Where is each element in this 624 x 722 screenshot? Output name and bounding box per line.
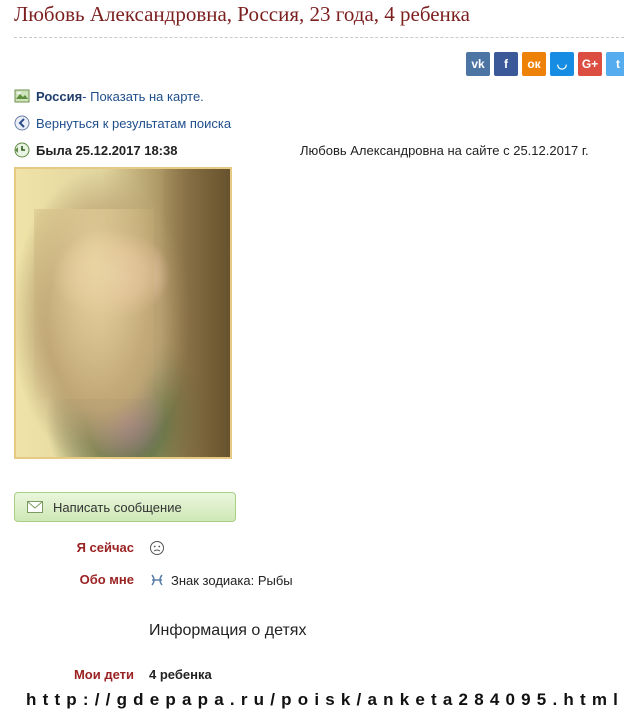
last-seen-row: Была 25.12.2017 18:38 <box>14 142 177 158</box>
show-on-map-link[interactable]: - Показать на карте. <box>82 89 204 104</box>
googleplus-share-button[interactable]: G+ <box>578 52 602 76</box>
profile-photo[interactable] <box>14 167 232 459</box>
now-label: Я сейчас <box>76 540 134 555</box>
kids-label: Мои дети <box>73 667 134 682</box>
twitter-share-button[interactable]: t <box>606 52 624 76</box>
send-message-button[interactable]: Написать сообщение <box>14 492 236 522</box>
map-icon <box>14 88 30 104</box>
back-arrow-icon[interactable] <box>14 115 30 131</box>
photo-hair-shape <box>34 209 154 399</box>
now-value <box>149 540 171 556</box>
location-row: Россия - Показать на карте. <box>14 88 204 104</box>
kids-value: 4 ребенка <box>149 667 212 682</box>
member-since-text: Любовь Александровна на сайте с 25.12.20… <box>300 143 589 158</box>
kids-section-heading: Информация о детях <box>149 622 307 639</box>
back-row: Вернуться к результатам поиска <box>14 115 231 131</box>
location-country[interactable]: Россия <box>36 89 82 104</box>
moimir-share-button[interactable]: ◡ <box>550 52 574 76</box>
page-title: Любовь Александровна, Россия, 23 года, 4… <box>14 2 471 26</box>
clock-icon <box>14 142 30 158</box>
social-share-bar: vk f ок ◡ G+ t <box>466 52 624 76</box>
envelope-icon <box>27 499 43 515</box>
photo-curtain-shape <box>160 169 230 457</box>
watermark-url: http://gdepapa.ru/poisk/anketa284095.htm… <box>26 690 624 709</box>
vk-share-button[interactable]: vk <box>466 52 490 76</box>
about-label: Обо мне <box>79 572 134 587</box>
about-value-row: Знак зодиака: Рыбы <box>149 572 293 588</box>
pisces-icon <box>149 572 165 588</box>
about-value: Знак зодиака: Рыбы <box>171 572 293 588</box>
last-seen-text: Была 25.12.2017 18:38 <box>36 142 178 158</box>
mood-face-icon <box>149 540 165 556</box>
facebook-share-button[interactable]: f <box>494 52 518 76</box>
odnoklassniki-share-button[interactable]: ок <box>522 52 546 76</box>
title-divider <box>14 37 624 38</box>
send-message-label: Написать сообщение <box>53 499 182 515</box>
back-to-results-link[interactable]: Вернуться к результатам поиска <box>36 116 231 131</box>
